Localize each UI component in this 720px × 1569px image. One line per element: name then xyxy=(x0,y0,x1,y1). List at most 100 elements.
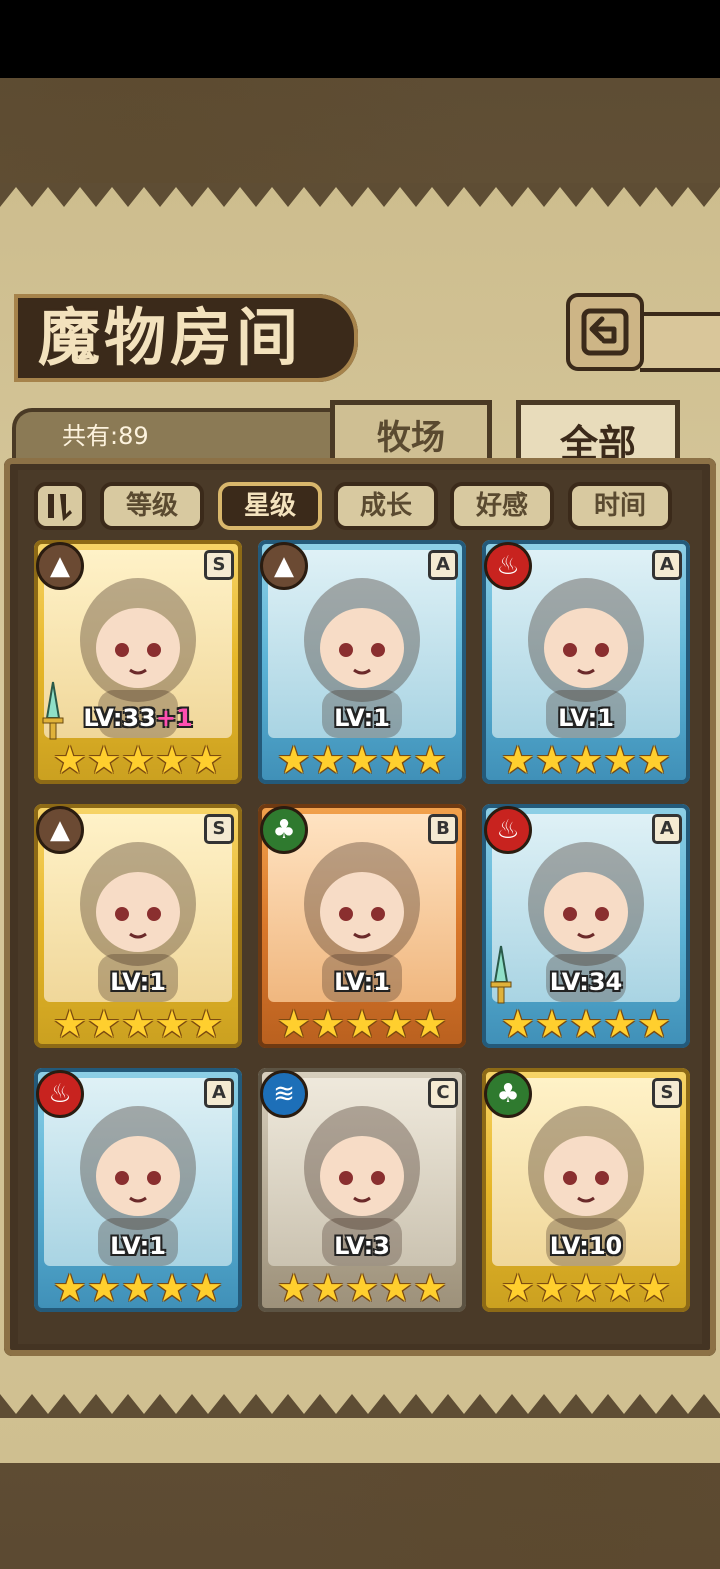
grade-badge: C xyxy=(428,1078,458,1108)
star-icon: ★ xyxy=(120,1266,156,1310)
star-icon: ★ xyxy=(310,1002,345,1046)
grade-badge: S xyxy=(652,1078,682,1108)
monster-level: LV:34 xyxy=(482,968,690,996)
wood-element-icon: ♣ xyxy=(260,806,308,854)
star-icon: ★ xyxy=(189,738,224,782)
back-rail xyxy=(640,312,720,372)
sort-affection-button[interactable]: 好感 xyxy=(450,482,554,530)
star-icon: ★ xyxy=(86,1002,121,1046)
grade-badge: B xyxy=(428,814,458,844)
grade-badge: A xyxy=(428,550,458,580)
wood-element-icon: ♣ xyxy=(484,1070,532,1118)
star-icon: ★ xyxy=(379,1002,414,1046)
water-element-icon: ≋ xyxy=(260,1070,308,1118)
level-value: LV:33 xyxy=(83,704,156,732)
grade-badge: A xyxy=(204,1078,234,1108)
fire-element-icon: ♨ xyxy=(484,806,532,854)
level-value: LV:1 xyxy=(334,704,390,732)
monster-level: LV:33+1 xyxy=(34,704,242,732)
star-rating: ★ ★ ★ ★ ★ xyxy=(268,738,456,782)
sort-stars-button[interactable]: 星级 xyxy=(218,482,322,530)
sort-time-button[interactable]: 时间 xyxy=(568,482,672,530)
star-rating: ★ ★ ★ ★ ★ xyxy=(268,1002,456,1046)
star-icon: ★ xyxy=(413,738,448,782)
star-icon: ★ xyxy=(86,1266,121,1310)
grade-badge: S xyxy=(204,550,234,580)
monster-level: LV:3 xyxy=(258,1232,466,1260)
star-icon: ★ xyxy=(603,738,638,782)
sort-direction-button[interactable] xyxy=(34,482,86,530)
level-value: LV:1 xyxy=(334,968,390,996)
fire-element-icon: ♨ xyxy=(484,542,532,590)
star-icon: ★ xyxy=(276,1266,311,1310)
star-icon: ★ xyxy=(413,1002,448,1046)
earth-element-icon: ▲ xyxy=(36,542,84,590)
monster-card[interactable]: ♣ S LV:10 ★ ★ ★ ★ ★ xyxy=(482,1068,690,1312)
fire-element-icon: ♨ xyxy=(36,1070,84,1118)
level-value: LV:1 xyxy=(558,704,614,732)
star-icon: ★ xyxy=(534,1002,569,1046)
grade-badge: A xyxy=(652,814,682,844)
level-value: LV:3 xyxy=(334,1232,390,1260)
star-icon: ★ xyxy=(86,738,121,782)
sort-direction-icon xyxy=(48,494,72,521)
star-icon: ★ xyxy=(534,1266,569,1310)
back-button[interactable] xyxy=(566,293,644,371)
monster-card[interactable]: ♨ A LV:1 ★ ★ ★ ★ ★ xyxy=(34,1068,242,1312)
star-rating: ★ ★ ★ ★ ★ xyxy=(492,1002,680,1046)
star-icon: ★ xyxy=(120,1002,156,1046)
star-icon: ★ xyxy=(344,738,380,782)
star-icon: ★ xyxy=(310,738,345,782)
monster-card[interactable]: ▲ A LV:1 ★ ★ ★ ★ ★ xyxy=(258,540,466,784)
monster-card[interactable]: ≋ C LV:3 ★ ★ ★ ★ ★ xyxy=(258,1068,466,1312)
level-value: LV:10 xyxy=(549,1232,623,1260)
star-icon: ★ xyxy=(603,1002,638,1046)
star-icon: ★ xyxy=(276,738,311,782)
star-icon: ★ xyxy=(52,1266,87,1310)
star-rating: ★ ★ ★ ★ ★ xyxy=(492,1266,680,1310)
star-rating: ★ ★ ★ ★ ★ xyxy=(268,1266,456,1310)
star-icon: ★ xyxy=(568,738,604,782)
sort-growth-button[interactable]: 成长 xyxy=(334,482,438,530)
earth-element-icon: ▲ xyxy=(260,542,308,590)
star-icon: ★ xyxy=(534,738,569,782)
monster-card[interactable]: ♨ A LV:34 ★ ★ ★ ★ ★ xyxy=(482,804,690,1048)
level-value: LV:1 xyxy=(110,1232,166,1260)
monster-card[interactable]: ♨ A LV:1 ★ ★ ★ ★ ★ xyxy=(482,540,690,784)
star-icon: ★ xyxy=(120,738,156,782)
star-icon: ★ xyxy=(379,738,414,782)
star-icon: ★ xyxy=(568,1266,604,1310)
star-icon: ★ xyxy=(500,1002,535,1046)
star-icon: ★ xyxy=(344,1002,380,1046)
earth-element-icon: ▲ xyxy=(36,806,84,854)
star-icon: ★ xyxy=(500,738,535,782)
star-icon: ★ xyxy=(379,1266,414,1310)
monster-card[interactable]: ▲ S LV:33+1 ★ ★ ★ ★ ★ xyxy=(34,540,242,784)
star-icon: ★ xyxy=(637,738,672,782)
star-icon: ★ xyxy=(637,1002,672,1046)
star-icon: ★ xyxy=(155,1002,190,1046)
monster-card[interactable]: ▲ S LV:1 ★ ★ ★ ★ ★ xyxy=(34,804,242,1048)
level-bonus: +1 xyxy=(155,704,193,732)
tab-pasture[interactable]: 牧场 xyxy=(330,400,492,462)
star-icon: ★ xyxy=(310,1266,345,1310)
monster-level: LV:1 xyxy=(258,968,466,996)
star-icon: ★ xyxy=(500,1266,535,1310)
page-title: 魔物房间 xyxy=(38,301,303,374)
star-icon: ★ xyxy=(568,1002,604,1046)
monster-level: LV:1 xyxy=(482,704,690,732)
monster-level: LV:1 xyxy=(258,704,466,732)
monster-card[interactable]: ♣ B LV:1 ★ ★ ★ ★ ★ xyxy=(258,804,466,1048)
monster-level: LV:1 xyxy=(34,1232,242,1260)
star-icon: ★ xyxy=(155,738,190,782)
sort-level-button[interactable]: 等级 xyxy=(100,482,204,530)
monster-count: 共有:89 xyxy=(62,422,149,450)
star-icon: ★ xyxy=(52,738,87,782)
star-icon: ★ xyxy=(276,1002,311,1046)
star-icon: ★ xyxy=(413,1266,448,1310)
star-icon: ★ xyxy=(52,1002,87,1046)
panel-bottom-edge xyxy=(0,1394,720,1418)
grade-badge: A xyxy=(652,550,682,580)
star-rating: ★ ★ ★ ★ ★ xyxy=(492,738,680,782)
star-icon: ★ xyxy=(189,1266,224,1310)
